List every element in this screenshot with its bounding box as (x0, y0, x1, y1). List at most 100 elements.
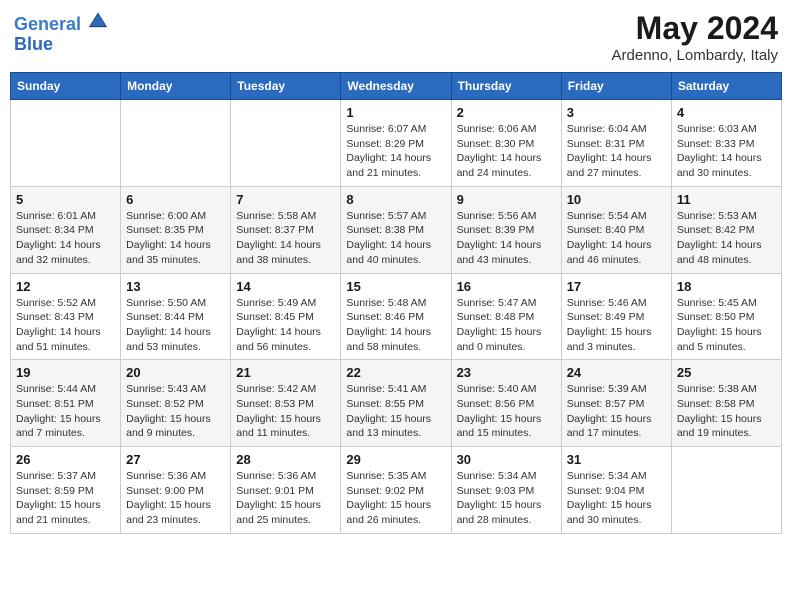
calendar-cell: 6Sunrise: 6:00 AM Sunset: 8:35 PM Daylig… (121, 186, 231, 273)
calendar-cell (231, 100, 341, 187)
week-row-5: 26 Sunrise: 5:37 AM Sunset: 8:59 PM Dayli… (11, 447, 782, 534)
calendar-cell (121, 100, 231, 187)
day-number: 2 (457, 105, 556, 120)
calendar-cell: 29 Sunrise: 5:35 AM Sunset: 9:02 PM Dayli… (341, 447, 451, 534)
day-number: 27 (126, 452, 225, 467)
day-info: Sunrise: 5:34 AM Sunset: 9:04 PM Dayligh… (567, 469, 666, 528)
day-number: 1 (346, 105, 445, 120)
day-number: 23 (457, 365, 556, 380)
day-number: 19 (16, 365, 115, 380)
calendar-cell: 21Sunrise: 5:42 AM Sunset: 8:53 PM Dayli… (231, 360, 341, 447)
day-number: 3 (567, 105, 666, 120)
calendar-table: SundayMondayTuesdayWednesdayThursdayFrid… (10, 72, 782, 534)
calendar-cell: 19 Sunrise: 5:44 AM Sunset: 8:51 PM Dayli… (11, 360, 121, 447)
calendar-cell: 10 Sunrise: 5:54 AM Sunset: 8:40 PM Dayli… (561, 186, 671, 273)
day-info: Sunrise: 5:37 AM Sunset: 8:59 PM Dayligh… (16, 469, 115, 528)
week-row-3: 12 Sunrise: 5:52 AM Sunset: 8:43 PM Dayli… (11, 273, 782, 360)
calendar-cell: 24 Sunrise: 5:39 AM Sunset: 8:57 PM Dayli… (561, 360, 671, 447)
day-info: Sunrise: 5:38 AM Sunset: 8:58 PM Dayligh… (677, 382, 776, 441)
day-info: Sunrise: 5:34 AM Sunset: 9:03 PM Dayligh… (457, 469, 556, 528)
day-info: Sunrise: 5:50 AM Sunset: 8:44 PM Dayligh… (126, 296, 225, 355)
calendar-cell: 31 Sunrise: 5:34 AM Sunset: 9:04 PM Dayli… (561, 447, 671, 534)
logo-blue: Blue (14, 34, 53, 54)
calendar-cell: 15 Sunrise: 5:48 AM Sunset: 8:46 PM Dayli… (341, 273, 451, 360)
day-number: 11 (677, 192, 776, 207)
calendar-cell: 22Sunrise: 5:41 AM Sunset: 8:55 PM Dayli… (341, 360, 451, 447)
day-info: Sunrise: 5:52 AM Sunset: 8:43 PM Dayligh… (16, 296, 115, 355)
day-number: 29 (346, 452, 445, 467)
day-number: 13 (126, 279, 225, 294)
calendar-cell: 23Sunrise: 5:40 AM Sunset: 8:56 PM Dayli… (451, 360, 561, 447)
calendar-cell: 7 Sunrise: 5:58 AM Sunset: 8:37 PM Daylig… (231, 186, 341, 273)
day-info: Sunrise: 6:00 AM Sunset: 8:35 PM Dayligh… (126, 209, 225, 268)
calendar-cell: 28 Sunrise: 5:36 AM Sunset: 9:01 PM Dayli… (231, 447, 341, 534)
week-row-4: 19 Sunrise: 5:44 AM Sunset: 8:51 PM Dayli… (11, 360, 782, 447)
day-info: Sunrise: 6:04 AM Sunset: 8:31 PM Dayligh… (567, 122, 666, 181)
day-info: Sunrise: 5:54 AM Sunset: 8:40 PM Dayligh… (567, 209, 666, 268)
day-info: Sunrise: 6:07 AM Sunset: 8:29 PM Dayligh… (346, 122, 445, 181)
calendar-cell (11, 100, 121, 187)
calendar-cell: 5 Sunrise: 6:01 AM Sunset: 8:34 PM Daylig… (11, 186, 121, 273)
logo-icon (88, 10, 108, 30)
weekday-header-thursday: Thursday (451, 73, 561, 100)
calendar-cell: 25 Sunrise: 5:38 AM Sunset: 8:58 PM Dayli… (671, 360, 781, 447)
day-number: 8 (346, 192, 445, 207)
day-info: Sunrise: 5:47 AM Sunset: 8:48 PM Dayligh… (457, 296, 556, 355)
day-info: Sunrise: 6:03 AM Sunset: 8:33 PM Dayligh… (677, 122, 776, 181)
day-number: 31 (567, 452, 666, 467)
day-number: 9 (457, 192, 556, 207)
day-number: 4 (677, 105, 776, 120)
day-info: Sunrise: 5:53 AM Sunset: 8:42 PM Dayligh… (677, 209, 776, 268)
day-number: 18 (677, 279, 776, 294)
week-row-1: 1 Sunrise: 6:07 AM Sunset: 8:29 PM Daylig… (11, 100, 782, 187)
calendar-cell: 9Sunrise: 5:56 AM Sunset: 8:39 PM Daylig… (451, 186, 561, 273)
weekday-header-friday: Friday (561, 73, 671, 100)
page-header: General Blue May 2024 Ardenno, Lombardy,… (10, 10, 782, 64)
day-info: Sunrise: 5:44 AM Sunset: 8:51 PM Dayligh… (16, 382, 115, 441)
day-info: Sunrise: 5:36 AM Sunset: 9:01 PM Dayligh… (236, 469, 335, 528)
calendar-cell: 16Sunrise: 5:47 AM Sunset: 8:48 PM Dayli… (451, 273, 561, 360)
day-info: Sunrise: 5:35 AM Sunset: 9:02 PM Dayligh… (346, 469, 445, 528)
day-info: Sunrise: 5:39 AM Sunset: 8:57 PM Dayligh… (567, 382, 666, 441)
logo-general: General (14, 14, 81, 34)
calendar-cell: 8 Sunrise: 5:57 AM Sunset: 8:38 PM Daylig… (341, 186, 451, 273)
day-info: Sunrise: 5:48 AM Sunset: 8:46 PM Dayligh… (346, 296, 445, 355)
day-info: Sunrise: 5:57 AM Sunset: 8:38 PM Dayligh… (346, 209, 445, 268)
calendar-cell: 1 Sunrise: 6:07 AM Sunset: 8:29 PM Daylig… (341, 100, 451, 187)
day-number: 26 (16, 452, 115, 467)
calendar-cell: 30 Sunrise: 5:34 AM Sunset: 9:03 PM Dayli… (451, 447, 561, 534)
day-info: Sunrise: 5:58 AM Sunset: 8:37 PM Dayligh… (236, 209, 335, 268)
location-subtitle: Ardenno, Lombardy, Italy (612, 47, 778, 64)
logo: General Blue (14, 10, 108, 55)
day-number: 25 (677, 365, 776, 380)
day-info: Sunrise: 5:49 AM Sunset: 8:45 PM Dayligh… (236, 296, 335, 355)
weekday-header-wednesday: Wednesday (341, 73, 451, 100)
title-block: May 2024 Ardenno, Lombardy, Italy (612, 10, 778, 64)
day-number: 12 (16, 279, 115, 294)
day-number: 24 (567, 365, 666, 380)
day-info: Sunrise: 5:45 AM Sunset: 8:50 PM Dayligh… (677, 296, 776, 355)
day-info: Sunrise: 6:01 AM Sunset: 8:34 PM Dayligh… (16, 209, 115, 268)
weekday-header-tuesday: Tuesday (231, 73, 341, 100)
weekday-header-row: SundayMondayTuesdayWednesdayThursdayFrid… (11, 73, 782, 100)
day-number: 5 (16, 192, 115, 207)
weekday-header-saturday: Saturday (671, 73, 781, 100)
day-info: Sunrise: 5:43 AM Sunset: 8:52 PM Dayligh… (126, 382, 225, 441)
weekday-header-monday: Monday (121, 73, 231, 100)
day-number: 15 (346, 279, 445, 294)
weekday-header-sunday: Sunday (11, 73, 121, 100)
calendar-cell: 11 Sunrise: 5:53 AM Sunset: 8:42 PM Dayli… (671, 186, 781, 273)
day-number: 30 (457, 452, 556, 467)
day-info: Sunrise: 5:46 AM Sunset: 8:49 PM Dayligh… (567, 296, 666, 355)
calendar-cell: 3 Sunrise: 6:04 AM Sunset: 8:31 PM Daylig… (561, 100, 671, 187)
calendar-cell (671, 447, 781, 534)
day-number: 7 (236, 192, 335, 207)
day-number: 14 (236, 279, 335, 294)
day-number: 28 (236, 452, 335, 467)
calendar-cell: 27Sunrise: 5:36 AM Sunset: 9:00 PM Dayli… (121, 447, 231, 534)
week-row-2: 5 Sunrise: 6:01 AM Sunset: 8:34 PM Daylig… (11, 186, 782, 273)
calendar-cell: 17Sunrise: 5:46 AM Sunset: 8:49 PM Dayli… (561, 273, 671, 360)
day-number: 22 (346, 365, 445, 380)
calendar-cell: 18 Sunrise: 5:45 AM Sunset: 8:50 PM Dayli… (671, 273, 781, 360)
day-number: 10 (567, 192, 666, 207)
